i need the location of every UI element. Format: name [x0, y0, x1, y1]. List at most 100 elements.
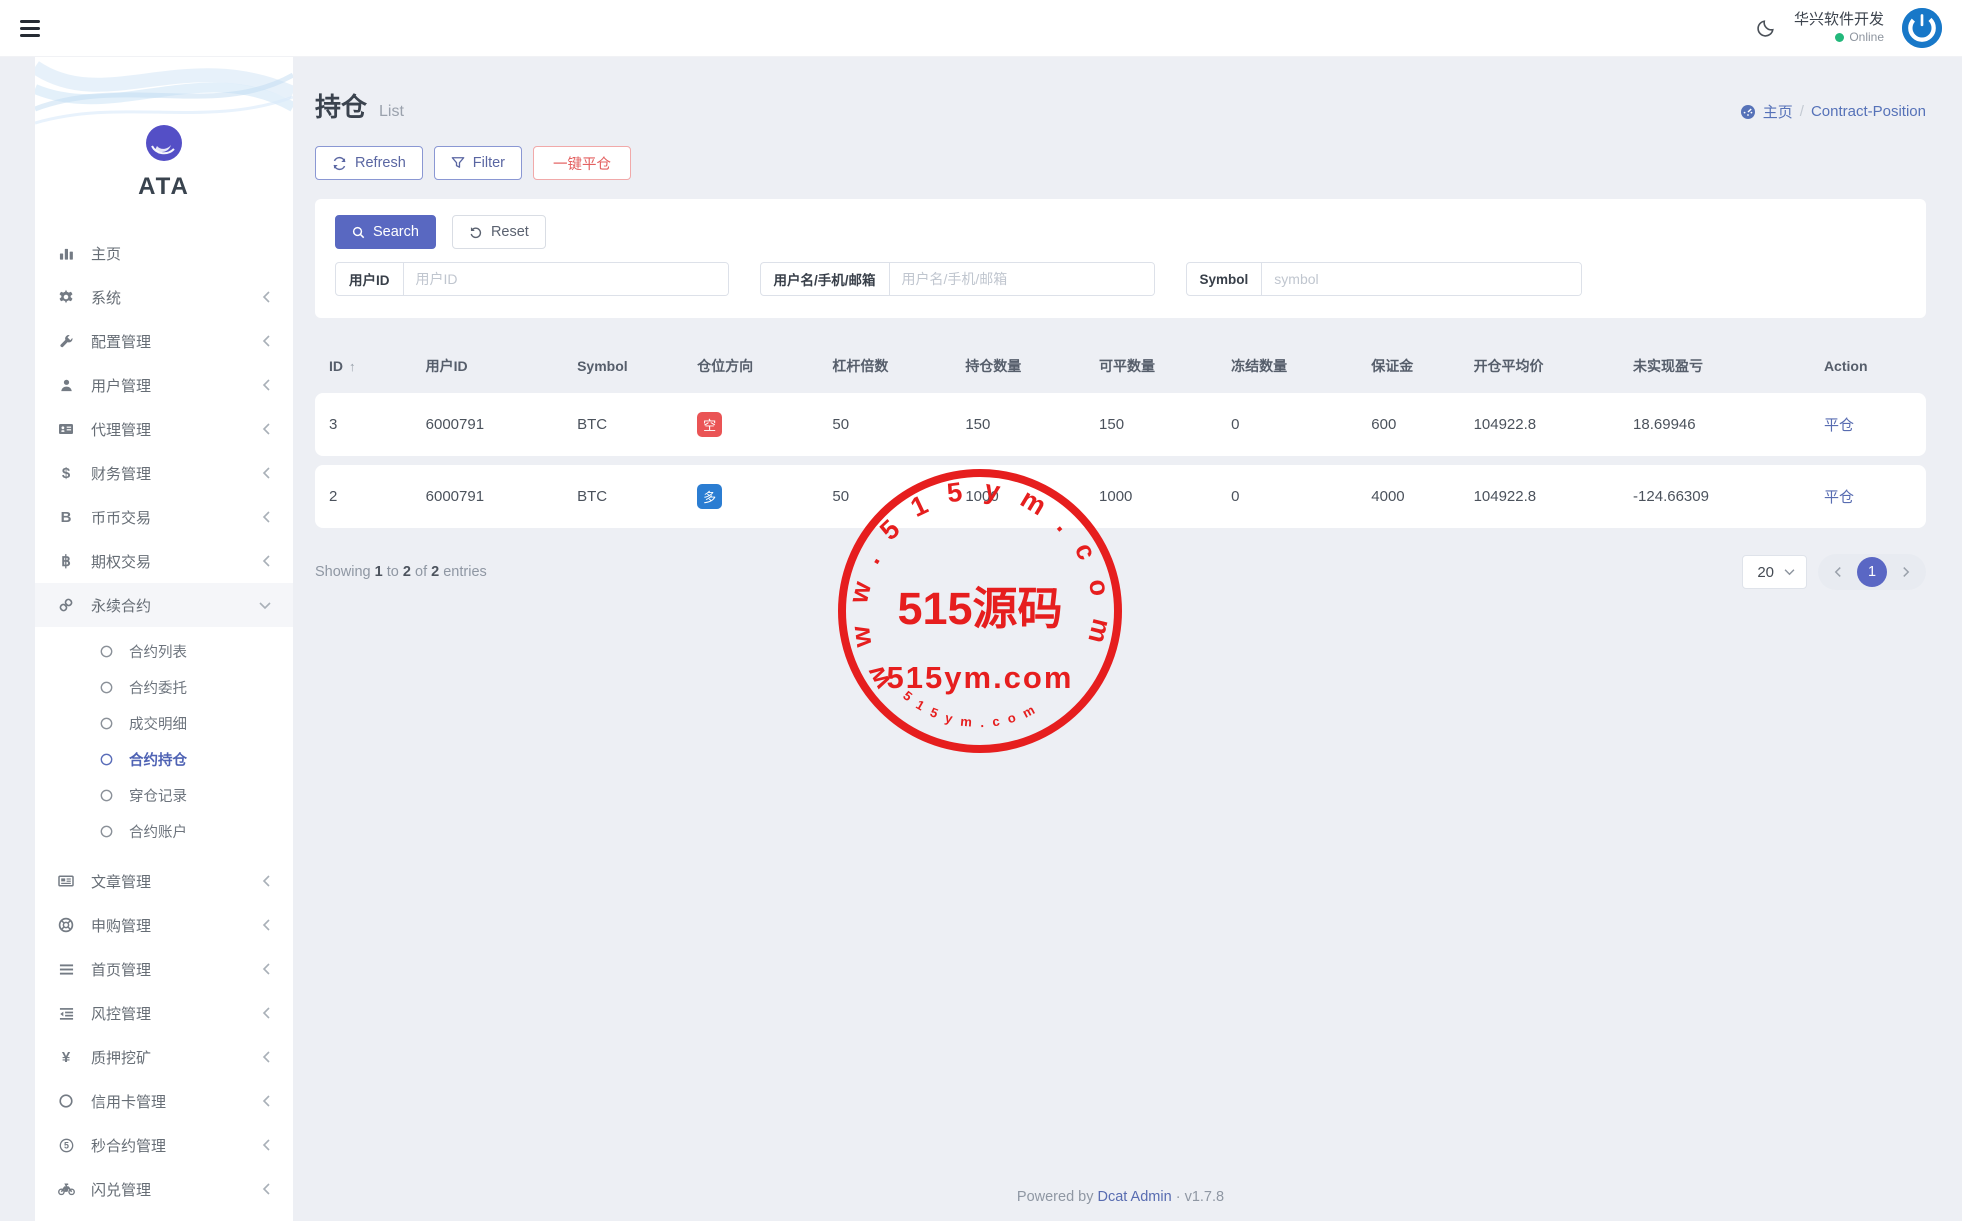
sidebar-item-articles[interactable]: 文章管理: [35, 859, 293, 903]
table-header-row: ID↑ 用户ID Symbol 仓位方向 杠杆倍数 持仓数量 可平数量 冻结数量…: [315, 348, 1926, 384]
cell-leverage: 50: [818, 488, 951, 505]
next-page-button[interactable]: [1895, 566, 1917, 578]
sidebar-item-flash-swap[interactable]: 闪兑管理: [35, 1167, 293, 1211]
current-page-button[interactable]: 1: [1857, 557, 1887, 587]
breadcrumb-current: Contract-Position: [1811, 103, 1926, 120]
refresh-button[interactable]: Refresh: [315, 146, 423, 180]
circle-icon: [100, 717, 113, 730]
user-name: 华兴软件开发: [1794, 11, 1884, 30]
dollar-icon: $: [57, 465, 75, 482]
chevron-down-icon: [259, 601, 271, 610]
chevron-left-icon: [262, 1051, 271, 1063]
prev-page-button[interactable]: [1827, 566, 1849, 578]
brand-name: ATA: [35, 173, 293, 201]
cell-closable: 150: [1085, 416, 1217, 433]
perpetual-submenu: 合约列表 合约委托 成交明细 合约持仓 穿仓记录: [35, 627, 293, 859]
sidebar-item-users[interactable]: 用户管理: [35, 363, 293, 407]
sidebar-item-liquidation-records[interactable]: 穿仓记录: [35, 777, 293, 813]
cell-frozen: 0: [1217, 416, 1357, 433]
sidebar-item-contract-orders[interactable]: 合约委托: [35, 669, 293, 705]
user-status: Online: [1849, 30, 1884, 45]
sidebar-item-spot-trade[interactable]: B 币币交易: [35, 495, 293, 539]
sidebar-item-contract-accounts[interactable]: 合约账户: [35, 813, 293, 849]
close-position-link[interactable]: 平仓: [1824, 417, 1854, 434]
sidebar-item-credit-card[interactable]: 信用卡管理: [35, 1079, 293, 1123]
sidebar: ATA 主页 系统 配置管理: [35, 57, 293, 1221]
filter-panel: Search Reset 用户ID 用户名/手机/邮箱 Symbol: [315, 199, 1926, 318]
cell-amount: 150: [951, 416, 1085, 433]
sidebar-item-agents[interactable]: 代理管理: [35, 407, 293, 451]
undo-icon: [469, 225, 483, 239]
sidebar-item-perpetual[interactable]: 永续合约: [35, 583, 293, 627]
column-header-direction: 仓位方向: [683, 356, 818, 376]
sort-asc-icon[interactable]: ↑: [349, 359, 356, 374]
menu-toggle-icon[interactable]: [20, 20, 40, 37]
brand-logo[interactable]: [146, 125, 182, 161]
circle-icon: [100, 789, 113, 802]
table-row: 3 6000791 BTC 空 50 150 150 0 600 104922.…: [315, 393, 1926, 456]
close-position-link[interactable]: 平仓: [1824, 489, 1854, 506]
chevron-left-icon: [262, 511, 271, 523]
breadcrumb-home[interactable]: 主页: [1763, 101, 1793, 122]
long-badge: 多: [697, 484, 722, 509]
toolbar: Refresh Filter 一键平仓: [315, 146, 1926, 180]
cell-uid: 6000791: [412, 416, 563, 433]
symbol-input[interactable]: [1262, 263, 1581, 295]
dcat-admin-link[interactable]: Dcat Admin: [1098, 1189, 1172, 1205]
sidebar-item-finance[interactable]: $ 财务管理: [35, 451, 293, 495]
chevron-left-icon: [262, 1007, 271, 1019]
filter-label: Symbol: [1187, 263, 1263, 295]
cell-symbol: BTC: [563, 488, 683, 505]
moon-icon[interactable]: [1756, 18, 1776, 38]
chevron-down-icon: [1784, 568, 1795, 576]
sidebar-item-staking[interactable]: ¥ 质押挖矿: [35, 1035, 293, 1079]
motorcycle-icon: [57, 1182, 75, 1196]
sidebar-item-options-trade[interactable]: ฿ 期权交易: [35, 539, 293, 583]
sidebar-item-trade-details[interactable]: 成交明细: [35, 705, 293, 741]
sidebar-item-config[interactable]: 配置管理: [35, 319, 293, 363]
sidebar-item-homepage[interactable]: 首页管理: [35, 947, 293, 991]
filter-button[interactable]: Filter: [434, 146, 522, 180]
column-header-leverage: 杠杆倍数: [818, 356, 951, 376]
version: v1.7.8: [1185, 1189, 1225, 1205]
user-id-input[interactable]: [404, 263, 728, 295]
close-all-positions-button[interactable]: 一键平仓: [533, 146, 631, 180]
column-header-frozen: 冻结数量: [1217, 356, 1357, 376]
table-row: 2 6000791 BTC 多 50 1000 1000 0 4000 1049…: [315, 465, 1926, 528]
chevron-left-icon: [262, 335, 271, 347]
chevron-left-icon: [262, 919, 271, 931]
column-header-id: ID↑: [315, 358, 412, 374]
page-size-select[interactable]: 20: [1742, 555, 1807, 589]
cell-uid: 6000791: [412, 488, 563, 505]
filter-icon: [451, 156, 465, 170]
svg-text:5: 5: [64, 1140, 69, 1150]
power-avatar-icon: [1902, 8, 1942, 48]
cell-pnl: -124.66309: [1619, 488, 1810, 505]
username-phone-email-input[interactable]: [890, 263, 1154, 295]
life-ring-icon: [57, 917, 75, 933]
sidebar-item-risk-control[interactable]: 风控管理: [35, 991, 293, 1035]
footer: Powered by Dcat Admin · v1.7.8: [315, 1189, 1926, 1221]
circle-icon: [100, 681, 113, 694]
sidebar-nav: 主页 系统 配置管理 用户管理: [35, 217, 293, 1211]
sidebar-item-subscription[interactable]: 申购管理: [35, 903, 293, 947]
column-header-closable: 可平数量: [1085, 356, 1217, 376]
sidebar-item-system[interactable]: 系统: [35, 275, 293, 319]
sidebar-item-second-contract[interactable]: 5 秒合约管理: [35, 1123, 293, 1167]
page-subtitle: List: [379, 103, 404, 120]
chevron-left-icon: [262, 1183, 271, 1195]
pagination: 20 1: [1742, 554, 1926, 590]
filter-group-user-id: 用户ID: [335, 262, 729, 296]
column-header-symbol: Symbol: [563, 358, 683, 374]
search-button[interactable]: Search: [335, 215, 436, 249]
reset-button[interactable]: Reset: [452, 215, 546, 249]
sidebar-item-home[interactable]: 主页: [35, 231, 293, 275]
newspaper-icon: [57, 873, 75, 889]
sidebar-item-contract-position[interactable]: 合约持仓: [35, 741, 293, 777]
user-menu[interactable]: 华兴软件开发 Online: [1794, 11, 1884, 45]
avatar[interactable]: [1902, 8, 1942, 48]
table-summary: Showing 1 to 2 of 2 entries: [315, 564, 487, 580]
circle-icon: [57, 1094, 75, 1108]
sidebar-item-contract-list[interactable]: 合约列表: [35, 633, 293, 669]
id-card-icon: [57, 421, 75, 437]
